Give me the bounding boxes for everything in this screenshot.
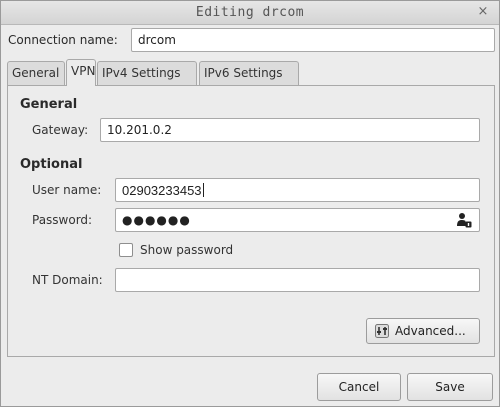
dialog-window: Editing drcom × Connection name: drcom G… xyxy=(0,0,500,407)
password-input[interactable]: ●●●●●● xyxy=(115,208,480,232)
username-label: User name: xyxy=(32,183,102,197)
tab-general[interactable]: General xyxy=(7,61,65,85)
advanced-button[interactable]: Advanced... xyxy=(366,318,480,344)
save-button[interactable]: Save xyxy=(407,373,493,401)
nt-domain-label: NT Domain: xyxy=(32,273,103,287)
window-title: Editing drcom xyxy=(195,5,305,20)
password-label: Password: xyxy=(32,213,93,227)
close-button[interactable]: × xyxy=(475,4,491,20)
tab-ipv4-settings[interactable]: IPv4 Settings xyxy=(97,61,197,85)
optional-heading: Optional xyxy=(20,157,83,172)
username-value: 02903233453 xyxy=(122,183,202,198)
advanced-button-label: Advanced... xyxy=(395,324,466,338)
settings-icon xyxy=(375,324,389,338)
tab-vpn[interactable]: VPN xyxy=(66,59,96,86)
nt-domain-input[interactable] xyxy=(115,268,480,292)
connection-name-input[interactable]: drcom xyxy=(131,28,495,52)
title-bar: Editing drcom × xyxy=(1,1,499,25)
vpn-panel: General Gateway: 10.201.0.2 Optional Use… xyxy=(7,85,495,357)
tab-ipv6-settings[interactable]: IPv6 Settings xyxy=(199,61,299,85)
user-lock-icon[interactable] xyxy=(456,212,472,228)
gateway-input[interactable]: 10.201.0.2 xyxy=(100,118,480,142)
show-password-label[interactable]: Show password xyxy=(140,243,233,257)
cancel-button[interactable]: Cancel xyxy=(317,373,401,401)
general-heading: General xyxy=(20,97,78,112)
gateway-label: Gateway: xyxy=(32,123,89,137)
username-input[interactable]: 02903233453 xyxy=(115,178,480,202)
text-caret xyxy=(202,183,204,197)
connection-name-label: Connection name: xyxy=(8,33,118,47)
password-masked-value: ●●●●●● xyxy=(122,213,191,227)
show-password-checkbox[interactable] xyxy=(119,243,133,257)
